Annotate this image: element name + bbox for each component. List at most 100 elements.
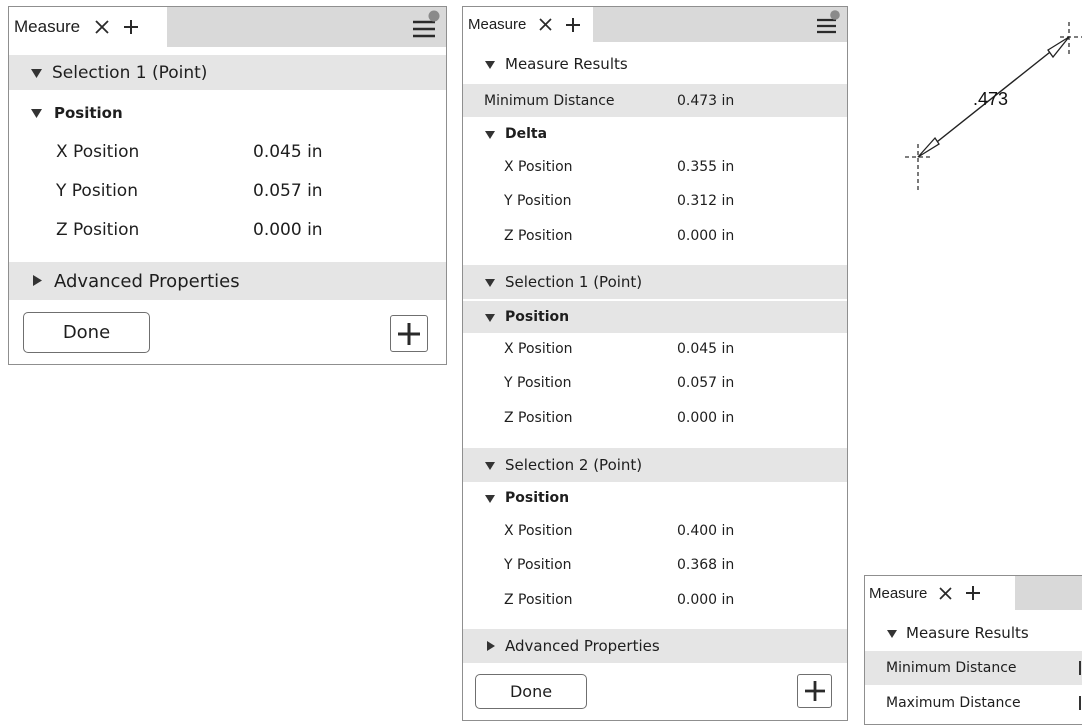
plus-icon[interactable] — [566, 17, 581, 32]
close-icon[interactable] — [95, 20, 109, 34]
selection1-header[interactable]: Selection 1 (Point) — [463, 265, 847, 299]
position-header-label: Position — [505, 309, 570, 325]
tab-label: Measure — [468, 16, 527, 33]
advanced-properties-header[interactable]: Advanced Properties — [463, 629, 847, 663]
crosshair-end-icon — [1060, 22, 1082, 54]
row-label: X Position — [504, 523, 573, 539]
done-button[interactable]: Done — [23, 312, 150, 353]
measure-results-header[interactable]: Measure Results — [463, 47, 847, 81]
selection2-row-z: Z Position 0.000 in — [463, 585, 847, 615]
selection1-row-x: X Position 0.045 in — [463, 334, 847, 364]
measure-results-header[interactable]: Measure Results — [865, 616, 1082, 650]
row-label: Y Position — [504, 375, 572, 391]
delta-label: Delta — [505, 126, 548, 142]
max-distance-row: Maximum Distance — [865, 686, 1082, 720]
done-button[interactable]: Done — [475, 674, 587, 709]
delta-row-z: Z Position 0.000 in — [463, 221, 847, 251]
tab-measure[interactable]: Measure — [463, 7, 593, 42]
plus-icon[interactable] — [124, 20, 139, 34]
selection-header[interactable]: Selection 1 (Point) — [9, 55, 446, 90]
triangle-down-icon — [31, 103, 42, 123]
measure-drawing: .473 — [905, 22, 1082, 190]
selection1-position-header[interactable]: Position — [463, 301, 847, 333]
row-value: 0.045 in — [253, 141, 323, 162]
tab-bar: Measure — [865, 576, 1082, 610]
row-label: Y Position — [504, 193, 572, 209]
triangle-down-icon — [887, 624, 897, 642]
add-icon — [398, 322, 420, 345]
delta-row-y: Y Position 0.312 in — [463, 186, 847, 216]
selection1-row-y: Y Position 0.057 in — [463, 368, 847, 398]
row-value: 0.000 in — [253, 219, 323, 240]
min-distance-label: Minimum Distance — [484, 92, 615, 109]
selection2-header[interactable]: Selection 2 (Point) — [463, 448, 847, 482]
row-value: 0.368 in — [677, 557, 735, 573]
row-value: 0.400 in — [677, 523, 735, 539]
selection-header-label: Selection 1 (Point) — [52, 62, 208, 83]
tab-bar: Measure — [463, 7, 847, 42]
advanced-properties-header[interactable]: Advanced Properties — [9, 262, 446, 300]
selection2-label: Selection 2 (Point) — [505, 456, 643, 474]
row-value: 0.000 in — [677, 228, 735, 244]
row-value: 0.355 in — [677, 159, 735, 175]
selection2-row-y: Y Position 0.368 in — [463, 550, 847, 580]
triangle-right-icon — [487, 637, 495, 655]
row-value: 0.045 in — [677, 341, 735, 357]
delta-row-x: X Position 0.355 in — [463, 152, 847, 182]
menu-icon[interactable] — [815, 9, 841, 35]
advanced-properties-label: Advanced Properties — [54, 270, 240, 292]
add-button[interactable] — [390, 315, 428, 352]
row-value: 0.057 in — [253, 180, 323, 201]
arrow-end-icon — [1047, 36, 1070, 59]
dimension-text: .473 — [973, 89, 1008, 109]
row-label: Z Position — [504, 228, 573, 244]
tab-label: Measure — [14, 17, 81, 36]
measure-panel-partial: Measure Measure Results Minimum Distance… — [864, 575, 1082, 725]
arrow-start-icon — [917, 136, 940, 158]
triangle-right-icon — [33, 271, 42, 291]
selection2-position-header[interactable]: Position — [463, 483, 847, 513]
triangle-down-icon — [485, 55, 495, 73]
position-row-x: X Position 0.045 in — [9, 134, 446, 169]
measure-results-label: Measure Results — [906, 624, 1029, 642]
triangle-down-icon — [485, 273, 495, 291]
min-distance-label: Minimum Distance — [886, 660, 1017, 676]
plus-icon[interactable] — [966, 586, 981, 600]
measure-panel-results: Measure Measure Results Minimum Distance… — [462, 6, 848, 721]
row-value: 0.000 in — [677, 592, 735, 608]
row-value: 0.000 in — [677, 410, 735, 426]
row-label: Z Position — [504, 592, 573, 608]
add-icon — [804, 681, 825, 701]
row-label: X Position — [56, 141, 140, 162]
row-label: Y Position — [56, 180, 138, 201]
triangle-down-icon — [485, 456, 495, 474]
row-label: X Position — [504, 341, 573, 357]
triangle-down-icon — [31, 63, 42, 83]
min-distance-row: Minimum Distance — [865, 651, 1082, 685]
delta-header[interactable]: Delta — [463, 119, 847, 149]
position-header-label: Position — [54, 103, 123, 122]
tab-label: Measure — [869, 584, 928, 602]
measure-results-label: Measure Results — [505, 55, 628, 73]
selection1-label: Selection 1 (Point) — [505, 273, 643, 291]
done-button-label: Done — [62, 322, 111, 343]
position-header-label: Position — [505, 490, 570, 506]
max-distance-label: Maximum Distance — [886, 695, 1021, 711]
min-distance-row: Minimum Distance 0.473 in — [463, 84, 847, 117]
close-icon[interactable] — [539, 18, 552, 31]
menu-icon[interactable] — [411, 10, 441, 40]
min-distance-value: 0.473 in — [677, 92, 735, 109]
tab-bar: Measure — [9, 7, 446, 47]
done-button-label: Done — [509, 682, 553, 701]
value-cut-off — [1079, 696, 1081, 710]
advanced-properties-label: Advanced Properties — [505, 637, 660, 655]
row-label: X Position — [504, 159, 573, 175]
close-icon[interactable] — [939, 586, 952, 600]
row-label: Z Position — [56, 219, 140, 240]
add-button[interactable] — [797, 674, 832, 708]
row-value: 0.312 in — [677, 193, 735, 209]
position-header[interactable]: Position — [9, 95, 446, 130]
tab-measure[interactable]: Measure — [9, 7, 167, 47]
triangle-down-icon — [485, 489, 495, 507]
tab-measure[interactable]: Measure — [865, 576, 1015, 610]
